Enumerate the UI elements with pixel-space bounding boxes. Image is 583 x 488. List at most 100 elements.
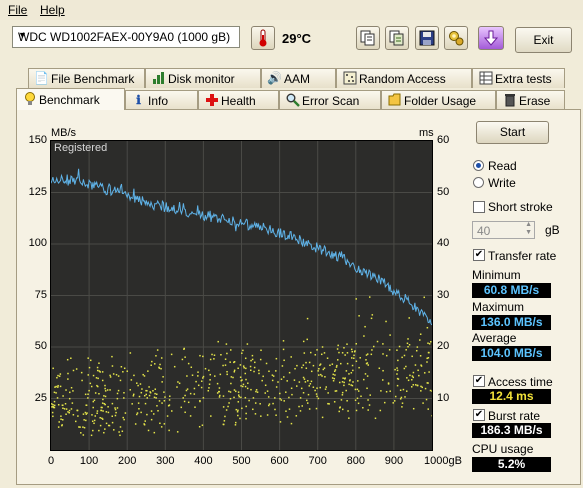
tab-label: Error Scan [302,94,360,108]
access-time-point [248,399,250,402]
access-time-point [161,402,163,404]
access-time-point [341,391,344,394]
tab-folder-usage[interactable]: Folder Usage [381,90,496,110]
menu-file[interactable]: File [8,3,27,17]
write-radio[interactable] [473,177,484,188]
save-button[interactable] [415,26,439,50]
tab-label: Random Access [359,72,446,86]
access-time-point [355,360,358,363]
access-time-point [123,418,125,421]
tab-random-access[interactable]: Random Access [336,68,472,88]
access-time-point [251,358,254,361]
access-time-point [233,396,235,399]
access-time-point [347,410,349,412]
access-time-point [366,387,368,390]
download-button[interactable] [478,26,504,50]
access-time-point [298,405,300,408]
access-time-point [51,406,53,408]
access-time-point [331,363,334,365]
access-time-point [427,351,430,354]
tab-info[interactable]: ℹ Info [125,90,198,110]
access-time-point [350,348,353,351]
access-time-checkbox[interactable]: ✔ [473,375,485,387]
copy-info-button[interactable] [385,26,409,50]
access-time-point [154,392,156,395]
access-time-point [123,397,125,399]
access-time-point [119,379,122,382]
access-time-point [367,399,369,401]
access-time-point [357,402,360,405]
access-time-point [396,367,398,369]
access-time-point [236,410,239,413]
menu-help[interactable]: Help [40,3,65,17]
access-time-point [382,369,384,372]
trash-icon [502,93,517,108]
access-time-point [356,397,359,400]
access-time-point [302,376,305,379]
exit-button[interactable]: Exit [515,27,572,53]
access-time-point [326,357,329,359]
tab-aam[interactable]: 🔊 AAM [261,68,336,88]
access-time-point [234,424,237,426]
drive-select[interactable]: WDC WD1002FAEX-00Y9A0 (1000 gB) ▼ [12,26,240,48]
short-stroke-checkbox[interactable] [473,201,485,213]
access-time-point [336,364,338,367]
x-tick-label: 200 [118,455,137,467]
access-time-point [162,376,164,378]
access-time-point [57,404,60,406]
access-time-point [91,414,93,416]
tab-label: Erase [519,94,551,108]
access-time-point [155,397,157,399]
access-time-point [111,355,113,358]
access-time-point [230,382,232,385]
access-time-point [224,415,226,418]
tab-file-benchmark[interactable]: 📄 File Benchmark [28,68,145,88]
access-time-point [112,373,115,375]
access-time-point [399,389,402,391]
access-time-point [409,374,411,377]
start-button[interactable]: Start [476,121,549,144]
copy-text-button[interactable] [356,26,380,50]
read-radio[interactable] [473,160,484,171]
access-time-point [406,377,408,379]
access-time-point [283,359,285,362]
access-time-point [312,364,315,367]
transfer-rate-checkbox[interactable]: ✔ [473,249,485,261]
access-time-point [420,365,423,367]
transfer-rate-label: Transfer rate [488,249,557,263]
access-time-point [268,370,270,373]
access-time-point [228,402,230,404]
access-time-point [244,372,247,375]
access-time-point [307,380,309,382]
access-time-point [104,384,106,387]
options-button[interactable] [444,26,468,50]
tab-benchmark[interactable]: Benchmark [16,88,125,110]
access-time-point [133,374,135,377]
access-time-point [93,419,96,422]
stroke-size-spinner[interactable]: 40 ▲ ▼ [472,221,535,239]
tab-error-scan[interactable]: Error Scan [279,90,381,110]
burst-rate-value: 186.3 MB/s [472,423,551,438]
access-time-point [87,357,89,359]
access-time-point [279,392,281,395]
access-time-point [341,352,344,354]
access-time-point [197,371,199,373]
burst-rate-checkbox[interactable]: ✔ [473,409,485,421]
tab-erase[interactable]: Erase [496,90,565,110]
x-tick-label: 600 [270,455,289,467]
access-time-point [57,384,59,387]
access-time-point [114,408,117,411]
access-time-point [317,397,320,400]
tab-disk-monitor[interactable]: Disk monitor [145,68,261,88]
access-time-point [106,389,109,391]
access-time-point [160,357,163,359]
access-time-point [296,364,298,367]
access-time-point [226,370,228,373]
tab-extra-tests[interactable]: Extra tests [472,68,565,88]
access-time-point [348,379,351,382]
tab-health[interactable]: Health [198,90,279,110]
access-time-point [182,397,184,399]
access-time-point [238,395,240,398]
access-time-point [335,366,338,368]
access-time-point [93,399,96,402]
